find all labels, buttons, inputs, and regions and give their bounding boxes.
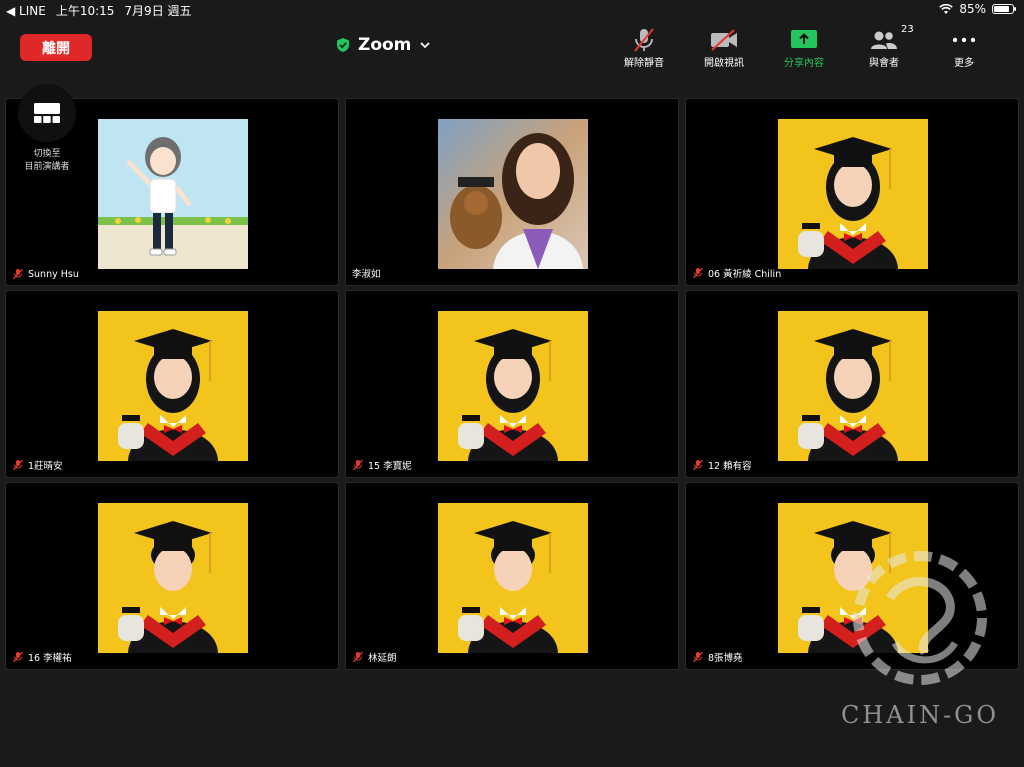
graduation-photo [778,311,928,461]
participant-tile[interactable]: 李淑如 [345,98,679,286]
participant-name-tag: 06 黃祈綾 Chilin [692,266,781,280]
meeting-toolbar: 解除靜音 開啟視訊 分享內容 23 與會者 更多 [604,24,1004,69]
back-to-line-link[interactable]: ◀ LINE [6,4,46,18]
participants-icon [871,31,897,49]
participant-tile[interactable]: 8張博堯 [685,482,1019,670]
switch-view-line2: 目前演講者 [24,162,70,172]
share-content-label: 分享內容 [784,58,824,69]
participant-name: 1莊晴安 [28,461,63,472]
mic-muted-icon [693,459,703,471]
mic-muted-icon [693,651,703,663]
meeting-title-text: Zoom [358,35,412,55]
chevron-down-icon [420,42,431,49]
start-video-label: 開啟視訊 [704,58,744,69]
participant-name-tag: Sunny Hsu [12,268,79,280]
participant-name: 李淑如 [352,269,381,280]
mic-off-icon [634,28,654,52]
mic-muted-icon [693,267,703,279]
participant-name-tag: 12 賴有容 [692,458,752,472]
participant-name-tag: 15 李寶妮 [352,458,412,472]
participant-name-tag: 李淑如 [352,266,381,280]
more-label: 更多 [954,58,974,69]
battery-icon [992,4,1016,14]
participant-name: 06 黃祈綾 Chilin [708,269,782,280]
switch-view-line1: 切換至 [33,149,61,159]
participant-avatar-image [98,119,248,269]
mic-muted-icon [13,268,23,280]
speaker-view-icon [34,103,60,123]
participant-tile[interactable]: 12 賴有容 [685,290,1019,478]
participants-count: 23 [901,24,914,35]
participant-name-tag: 16 李權祐 [12,650,72,664]
status-date: 7月9日 週五 [124,4,192,18]
participant-name: 16 李權祐 [28,653,72,664]
participant-name: 林延朗 [368,653,397,664]
video-off-icon [711,29,737,51]
switch-to-speaker-button[interactable]: 切換至 目前演講者 [18,84,76,172]
graduation-photo [778,119,928,269]
graduation-photo [778,503,928,653]
participants-button[interactable]: 23 與會者 [844,24,924,69]
status-bar: ◀ LINE 上午10:15 7月9日 週五 85% [0,0,1024,20]
participant-tile[interactable]: 15 李寶妮 [345,290,679,478]
participant-name-tag: 1莊晴安 [12,458,63,472]
wifi-icon [939,3,954,14]
graduation-photo [98,503,248,653]
graduation-photo [438,503,588,653]
participant-photo [438,119,588,269]
participant-name-tag: 8張博堯 [692,650,743,664]
mic-muted-icon [13,459,23,471]
participant-name-tag: 林延朗 [352,650,397,664]
mic-muted-icon [353,459,363,471]
leave-button[interactable]: 離開 [20,34,92,61]
participant-tile[interactable]: 林延朗 [345,482,679,670]
participant-name: 15 李寶妮 [368,461,412,472]
more-dots-icon [952,37,976,43]
graduation-photo [98,311,248,461]
mic-muted-icon [353,651,363,663]
unmute-button[interactable]: 解除靜音 [604,26,684,69]
participant-tile[interactable]: 06 黃祈綾 Chilin [685,98,1019,286]
share-content-button[interactable]: 分享內容 [764,26,844,69]
participant-name: 12 賴有容 [708,461,752,472]
meeting-title-dropdown[interactable]: Zoom [336,34,431,56]
graduation-photo [438,311,588,461]
participant-name: 8張博堯 [708,653,743,664]
shield-check-icon [337,38,349,52]
participant-tile[interactable]: 1莊晴安 [5,290,339,478]
battery-percent: 85% [959,2,986,16]
share-screen-icon [791,30,817,48]
watermark-text: CHAIN-GO [840,701,1000,729]
status-time: 上午10:15 [55,4,115,18]
mic-muted-icon [13,651,23,663]
participant-name: Sunny Hsu [28,268,79,280]
unmute-label: 解除靜音 [624,58,664,69]
start-video-button[interactable]: 開啟視訊 [684,26,764,69]
participants-label: 與會者 [869,58,899,69]
participant-tile[interactable]: 16 李權祐 [5,482,339,670]
more-button[interactable]: 更多 [924,26,1004,69]
